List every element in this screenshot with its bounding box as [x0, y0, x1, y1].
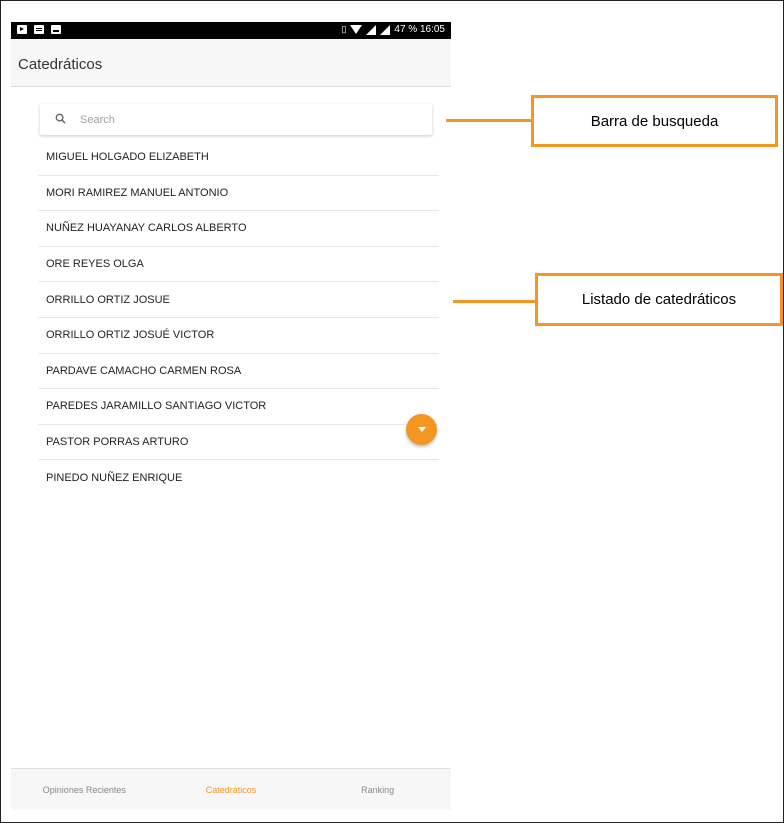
chevron-down-icon	[417, 427, 426, 432]
search-bar[interactable]	[40, 104, 432, 135]
vibrate-icon: ▯	[341, 24, 347, 34]
page-title: Catedráticos	[18, 56, 103, 73]
battery-time: 47 % 16:05	[394, 24, 445, 35]
system-icons: ▯ 47 % 16:05	[341, 24, 445, 35]
professor-list-item[interactable]: PASTOR PORRAS ARTURO	[38, 425, 439, 461]
signal-icon	[366, 24, 377, 35]
professor-list-item[interactable]: PAREDES JARAMILLO SANTIAGO VICTOR	[38, 389, 439, 425]
professor-list-item[interactable]: ORE REYES OLGA	[38, 247, 439, 283]
scroll-down-fab[interactable]	[406, 414, 437, 445]
nav-ranking[interactable]: Ranking	[304, 769, 451, 810]
status-bar: ▯ 47 % 16:05	[11, 22, 451, 39]
video-notification-icon	[17, 25, 27, 34]
professor-list-item[interactable]: ORRILLO ORTIZ JOSUÉ VICTOR	[38, 318, 439, 354]
search-icon	[55, 113, 66, 124]
search-input[interactable]	[80, 110, 420, 130]
nav-catedraticos[interactable]: Catedráticos	[158, 769, 305, 810]
image-notification-icon	[51, 25, 61, 34]
signal-icon-2	[380, 24, 391, 35]
wifi-icon	[350, 25, 363, 34]
message-notification-icon	[34, 25, 44, 34]
nav-opiniones-recientes[interactable]: Opiniones Recientes	[11, 769, 158, 810]
screenshot-frame: ▯ 47 % 16:05 Catedráticos MIGUEL HOLGADO…	[0, 0, 784, 823]
search-annotation-line	[446, 119, 532, 122]
professor-list-item[interactable]: ORRILLO ORTIZ JOSUE	[38, 282, 439, 318]
professor-list-item[interactable]: MIGUEL HOLGADO ELIZABETH	[38, 140, 439, 176]
phone-screen: ▯ 47 % 16:05 Catedráticos MIGUEL HOLGADO…	[11, 22, 451, 810]
professor-list-item[interactable]: PINEDO NUÑEZ ENRIQUE	[38, 460, 439, 496]
bottom-navigation: Opiniones Recientes Catedráticos Ranking	[11, 768, 451, 810]
notification-icons	[17, 25, 61, 34]
app-bar: Catedráticos	[11, 39, 451, 87]
professor-list-item[interactable]: NUÑEZ HUAYANAY CARLOS ALBERTO	[38, 211, 439, 247]
search-annotation: Barra de busqueda	[531, 95, 778, 147]
professor-list: MIGUEL HOLGADO ELIZABETH MORI RAMIREZ MAN…	[38, 140, 439, 496]
professor-list-item[interactable]: PARDAVE CAMACHO CARMEN ROSA	[38, 354, 439, 390]
list-annotation: Listado de catedráticos	[535, 273, 783, 326]
list-annotation-line	[453, 300, 536, 303]
professor-list-item[interactable]: MORI RAMIREZ MANUEL ANTONIO	[38, 176, 439, 212]
